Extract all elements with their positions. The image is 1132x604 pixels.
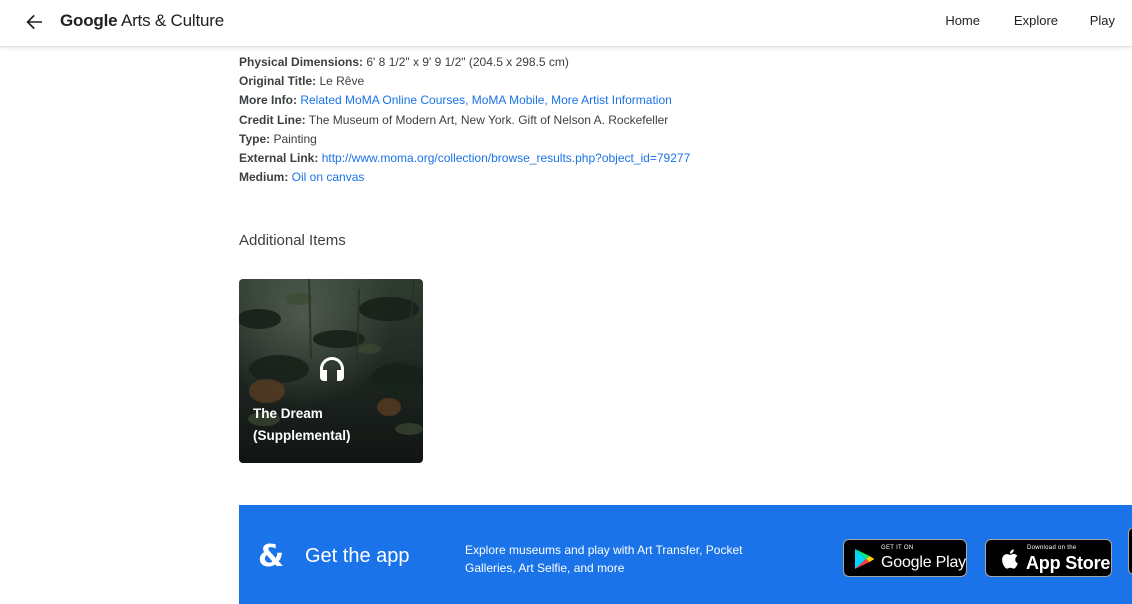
detail-credit-line: Credit Line: The Museum of Modern Art, N… <box>239 111 690 130</box>
logo-rest: Arts & Culture <box>117 11 224 30</box>
ampersand-logo-icon: & <box>258 539 284 571</box>
detail-value: The Museum of Modern Art, New York. Gift… <box>305 112 669 127</box>
detail-label: Medium: <box>239 170 289 185</box>
get-the-app-title: Get the app <box>305 545 410 567</box>
apple-icon <box>1002 549 1018 569</box>
medium-link[interactable]: Oil on canvas <box>288 170 365 184</box>
app-description: Explore museums and play with Art Transf… <box>465 543 743 575</box>
detail-label: Credit Line: <box>239 112 306 127</box>
detail-label: Type: <box>239 131 271 146</box>
detail-value: 6' 8 1/2" x 9' 9 1/2" (204.5 x 298.5 cm) <box>363 55 569 69</box>
google-play-badge[interactable]: GET IT ON Google Play <box>843 539 967 577</box>
google-play-text: Google Play <box>881 554 966 571</box>
detail-label: Physical Dimensions: <box>239 55 364 69</box>
app-store-badge[interactable]: Download on the App Store <box>985 539 1112 577</box>
detail-label: More Info: <box>239 93 297 108</box>
detail-medium: Medium: Oil on canvas <box>239 168 690 187</box>
nav-home-link[interactable]: Home <box>945 13 980 28</box>
nav-explore-link[interactable]: Explore <box>1014 13 1058 28</box>
detail-physical-dimensions: Physical Dimensions: 6' 8 1/2" x 9' 9 1/… <box>239 53 690 72</box>
google-play-icon <box>855 549 874 569</box>
detail-type: Type: Painting <box>239 130 690 149</box>
additional-items-heading: Additional Items <box>239 232 346 249</box>
svg-text:&: & <box>258 539 284 571</box>
detail-label: Original Title: <box>239 74 317 89</box>
top-app-bar: Google Arts & Culture Home Explore Play <box>0 0 1132 46</box>
detail-value: Painting <box>270 131 317 146</box>
more-info-link[interactable]: Related MoMA Online Courses, MoMA Mobile… <box>297 93 671 107</box>
artwork-details: Physical Dimensions: 6' 8 1/2" x 9' 9 1/… <box>239 53 690 187</box>
detail-value: Le Rêve <box>316 74 365 89</box>
google-play-small-text: GET IT ON <box>881 545 914 551</box>
app-store-small-text: Download on the <box>1027 545 1077 551</box>
google-arts-culture-logo[interactable]: Google Arts & Culture <box>60 11 224 31</box>
get-the-app-banner: & Get the app Explore museums and play w… <box>239 505 1132 604</box>
logo-brand: Google <box>60 11 118 30</box>
back-arrow-icon[interactable] <box>20 8 48 36</box>
external-link[interactable]: http://www.moma.org/collection/browse_re… <box>318 151 691 165</box>
nav-play-link[interactable]: Play <box>1090 13 1115 28</box>
partial-badge <box>1128 527 1132 575</box>
headphones-icon <box>320 357 344 381</box>
additional-item-card[interactable]: The Dream (Supplemental) <box>239 279 423 463</box>
detail-label: External Link: <box>239 151 319 166</box>
app-store-text: App Store <box>1026 553 1111 573</box>
card-title: The Dream (Supplemental) <box>253 406 351 443</box>
detail-original-title: Original Title: Le Rêve <box>239 72 690 91</box>
detail-external-link: External Link: http://www.moma.org/colle… <box>239 149 690 168</box>
detail-more-info: More Info: Related MoMA Online Courses, … <box>239 91 690 110</box>
